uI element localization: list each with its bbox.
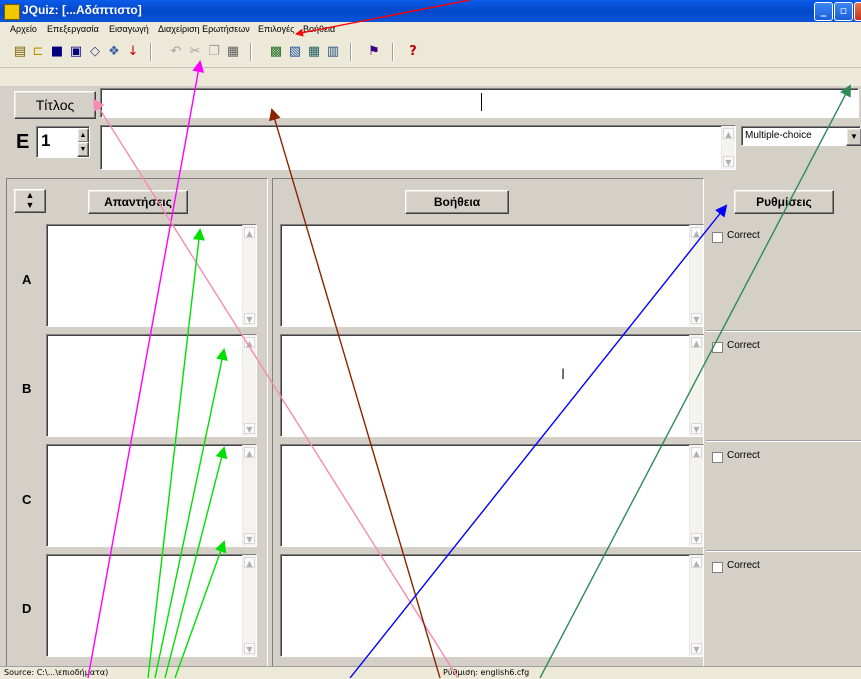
- window-title: JQuiz: [...Αδάπτιστο]: [22, 3, 142, 17]
- maximize-button[interactable]: ▫: [834, 2, 853, 21]
- status-settings-file: Ρύθμιση: english6.cfg: [443, 668, 530, 677]
- status-bar: Source: C:\...\επιοδήματα) Ρύθμιση: engl…: [0, 666, 861, 679]
- toolbar-separator: [392, 43, 394, 61]
- undo-icon[interactable]: ↶: [168, 44, 184, 60]
- cut-icon[interactable]: ✂: [187, 44, 203, 60]
- question-scrollbar[interactable]: ▲ ▼: [721, 126, 735, 169]
- answer-input-a[interactable]: ▲ ▼: [46, 224, 257, 327]
- title-input[interactable]: [100, 88, 859, 118]
- menu-manage-questions[interactable]: Διαχείριση Ερωτήσεων: [158, 24, 250, 34]
- wizard1-icon[interactable]: ▩: [268, 44, 284, 60]
- correct-checkbox-b[interactable]: [712, 342, 723, 353]
- feedback-input-d[interactable]: ▲ ▼: [280, 554, 704, 657]
- ibeam-cursor-icon: I: [561, 367, 566, 383]
- answer-input-b[interactable]: ▲ ▼: [46, 334, 257, 437]
- correct-label-d: Correct: [727, 560, 760, 571]
- app-icon: [4, 4, 20, 20]
- settings-header-button[interactable]: Ρυθμίσεις: [734, 190, 834, 214]
- wizard4-icon[interactable]: ▥: [325, 44, 341, 60]
- spin-up-button[interactable]: ▲: [77, 128, 89, 143]
- menu-bar: Αρχείο Επεξεργασία Εισαγωγή Διαχείριση Ε…: [0, 22, 861, 39]
- chevron-down-icon[interactable]: ▼: [846, 128, 861, 146]
- row-letter-b: B: [22, 381, 32, 396]
- question-number: 1: [41, 131, 51, 150]
- menu-edit[interactable]: Επεξεργασία: [47, 24, 99, 34]
- save-as-icon[interactable]: ▣: [68, 44, 84, 60]
- wizard2-icon[interactable]: ▧: [287, 44, 303, 60]
- new-icon[interactable]: ▤: [12, 44, 28, 60]
- correct-checkbox-a[interactable]: [712, 232, 723, 243]
- menu-file[interactable]: Αρχείο: [10, 24, 37, 34]
- open-icon[interactable]: ⊏: [30, 44, 46, 60]
- reorder-button[interactable]: ▲ ▼: [14, 189, 46, 213]
- row-letter-d: D: [22, 601, 32, 616]
- question-type-value: Multiple-choice: [745, 130, 812, 141]
- answers-header-button[interactable]: Απαντήσεις: [88, 190, 188, 214]
- status-source: Source: C:\...\επιοδήματα): [4, 668, 109, 677]
- correct-label-b: Correct: [727, 340, 760, 351]
- correct-label-c: Correct: [727, 450, 760, 461]
- question-number-spinner[interactable]: 1 ▲ ▼: [36, 126, 90, 158]
- question-type-select[interactable]: Multiple-choice ▼: [741, 126, 861, 146]
- help-icon[interactable]: ?: [405, 44, 421, 60]
- answer-input-d[interactable]: ▲ ▼: [46, 554, 257, 657]
- row-letter-c: C: [22, 492, 32, 507]
- help-header-button[interactable]: Βοήθεια: [405, 190, 509, 214]
- eraser-icon[interactable]: ◇: [87, 44, 103, 60]
- row-divider: [706, 330, 861, 332]
- answer-input-c[interactable]: ▲ ▼: [46, 444, 257, 547]
- correct-checkbox-c[interactable]: [712, 452, 723, 463]
- web-export-icon[interactable]: ❖: [106, 44, 122, 60]
- feedback-input-b[interactable]: ▲ ▼ I: [280, 334, 704, 437]
- title-bar: JQuiz: [...Αδάπτιστο] _ ▫: [0, 0, 861, 22]
- save-icon[interactable]: ■: [49, 44, 65, 60]
- toolbar: ▤ ⊏ ■ ▣ ◇ ❖ ↓ ↶ ✂ ❐ ▦ ▩ ▧ ▦ ▥ ⚑ ?: [0, 38, 861, 86]
- toolbar-separator: [250, 43, 252, 61]
- menu-help[interactable]: Βοήθεια: [303, 24, 335, 34]
- correct-label-a: Correct: [727, 230, 760, 241]
- correct-checkbox-d[interactable]: [712, 562, 723, 573]
- menu-options[interactable]: Επιλογές: [258, 24, 294, 34]
- title-button[interactable]: Τίτλος: [14, 91, 96, 119]
- question-text-input[interactable]: ▲ ▼: [100, 125, 736, 170]
- arrow-down-icon[interactable]: ↓: [125, 44, 141, 60]
- copy-icon[interactable]: ❐: [206, 44, 222, 60]
- flag-icon[interactable]: ⚑: [366, 44, 382, 60]
- text-cursor: [481, 93, 482, 111]
- row-divider: [706, 550, 861, 552]
- wizard3-icon[interactable]: ▦: [306, 44, 322, 60]
- menu-insert[interactable]: Εισαγωγή: [109, 24, 149, 34]
- toolbar-separator: [350, 43, 352, 61]
- paste-icon[interactable]: ▦: [225, 44, 241, 60]
- row-letter-a: A: [22, 272, 32, 287]
- feedback-input-a[interactable]: ▲ ▼: [280, 224, 704, 327]
- feedback-input-c[interactable]: ▲ ▼: [280, 444, 704, 547]
- row-divider: [706, 440, 861, 442]
- spin-down-button[interactable]: ▼: [77, 142, 89, 157]
- close-button[interactable]: [854, 2, 861, 21]
- toolbar-separator: [150, 43, 152, 61]
- minimize-button[interactable]: _: [814, 2, 833, 21]
- question-label: E: [16, 131, 30, 153]
